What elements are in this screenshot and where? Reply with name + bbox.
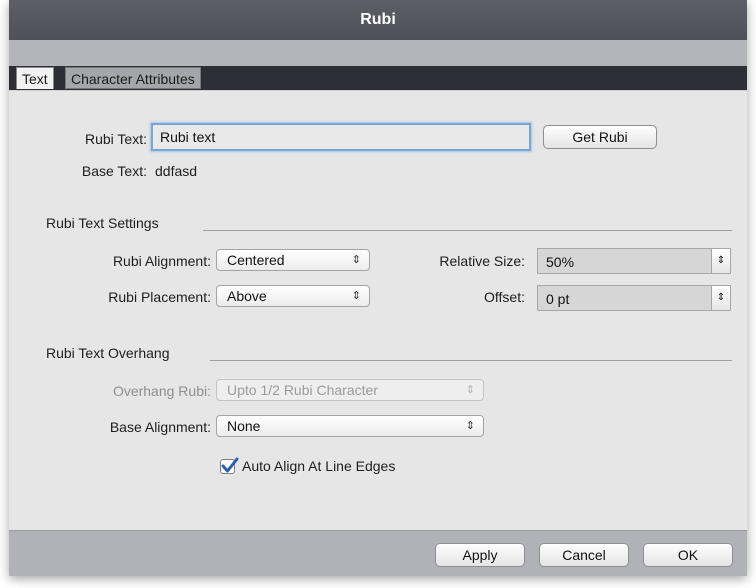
cancel-button[interactable]: Cancel — [539, 543, 629, 567]
overhang-rubi-label: Overhang Rubi: — [112, 383, 211, 399]
base-alignment-popup[interactable]: None ⇕ — [216, 415, 484, 437]
updown-arrows-icon[interactable]: ⇕ — [711, 286, 730, 310]
auto-align-label[interactable]: Auto Align At Line Edges — [242, 458, 395, 474]
window-title: Rubi — [9, 0, 747, 40]
rubi-text-input[interactable] — [151, 123, 531, 151]
rubi-text-settings-heading: Rubi Text Settings — [46, 215, 159, 231]
base-alignment-label: Base Alignment: — [109, 419, 211, 435]
rubi-placement-popup[interactable]: Above ⇕ — [216, 285, 370, 307]
apply-button[interactable]: Apply — [435, 543, 525, 567]
checkmark-icon — [221, 457, 239, 473]
rubi-placement-label: Rubi Placement: — [108, 289, 211, 305]
rubi-text-overhang-heading: Rubi Text Overhang — [46, 345, 170, 361]
offset-value: 0 pt — [546, 291, 570, 307]
updown-arrows-icon: ⇕ — [465, 384, 475, 396]
updown-arrows-icon: ⇕ — [351, 290, 361, 302]
get-rubi-button[interactable]: Get Rubi — [543, 125, 657, 149]
rubi-text-label: Rubi Text: — [85, 131, 147, 147]
base-alignment-value: None — [227, 418, 261, 434]
relative-size-label: Relative Size: — [439, 253, 525, 269]
updown-arrows-icon: ⇕ — [465, 420, 475, 432]
offset-combo[interactable]: 0 pt ⇕ — [537, 285, 731, 311]
rubi-dialog: Rubi Text Character Attributes Rubi Text… — [9, 0, 747, 576]
offset-label: Offset: — [484, 289, 525, 305]
rubi-alignment-popup[interactable]: Centered ⇕ — [216, 249, 370, 271]
tab-text[interactable]: Text — [16, 67, 54, 89]
rubi-placement-value: Above — [227, 288, 267, 304]
tab-character-attributes[interactable]: Character Attributes — [65, 67, 201, 89]
base-text-label: Base Text: — [81, 163, 147, 179]
relative-size-combo[interactable]: 50% ⇕ — [537, 248, 731, 274]
section-divider — [203, 230, 732, 231]
title-spacer — [9, 40, 747, 66]
overhang-rubi-value: Upto 1/2 Rubi Character — [227, 382, 378, 398]
base-text-value: ddfasd — [155, 163, 198, 179]
section-divider — [210, 360, 732, 361]
dialog-footer: Apply Cancel OK — [9, 530, 747, 576]
overhang-rubi-popup: Upto 1/2 Rubi Character ⇕ — [216, 379, 484, 401]
relative-size-value: 50% — [546, 254, 575, 270]
ok-button[interactable]: OK — [643, 543, 733, 567]
tab-bar: Text Character Attributes — [9, 66, 747, 90]
updown-arrows-icon[interactable]: ⇕ — [711, 249, 730, 273]
auto-align-checkbox[interactable] — [220, 457, 239, 474]
updown-arrows-icon: ⇕ — [351, 254, 361, 266]
rubi-alignment-value: Centered — [227, 252, 285, 268]
tab-panel-text: Rubi Text: Get Rubi Base Text: ddfasd Ru… — [9, 90, 747, 531]
rubi-alignment-label: Rubi Alignment: — [112, 253, 211, 269]
